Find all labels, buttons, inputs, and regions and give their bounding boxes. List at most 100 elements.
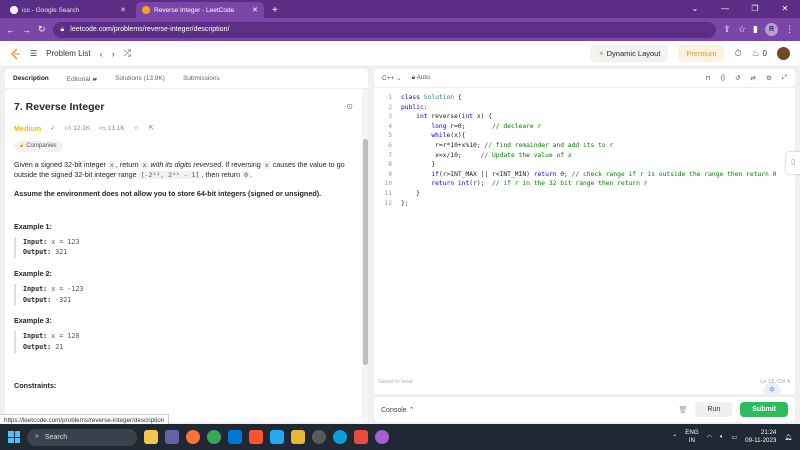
profile-avatar[interactable]: R — [765, 23, 778, 36]
leetcode-logo-icon[interactable] — [10, 47, 21, 60]
next-problem-icon[interactable]: › — [112, 49, 115, 59]
back-icon[interactable]: ← — [6, 25, 15, 35]
reload-icon[interactable]: ↻ — [38, 24, 46, 35]
app-icon[interactable] — [354, 430, 368, 444]
share-icon[interactable]: ⇱ — [148, 124, 153, 134]
settings-gear-icon[interactable]: ⚙ — [766, 74, 772, 82]
code-editor[interactable]: 1 class Solution {2 public: 3 int reverse(i… — [374, 88, 795, 394]
dislike-button[interactable]: 👎︎ 13.1K — [99, 124, 124, 134]
trash-icon[interactable]: 🗑︎ — [679, 406, 688, 414]
line-number: 12 — [384, 199, 392, 207]
file-explorer-icon[interactable] — [144, 430, 158, 444]
language-select[interactable]: C++ ⌄ — [382, 74, 402, 82]
dynamic-layout-button[interactable]: ✦ Dynamic Layout — [590, 45, 669, 62]
wifi-icon[interactable]: ◠ — [707, 434, 712, 441]
premium-button[interactable]: Premium — [678, 45, 725, 62]
line-number: 11 — [384, 190, 392, 197]
volume-icon[interactable]: 🔈︎ — [720, 434, 724, 441]
shuffle-icon[interactable]: ⤮ — [124, 48, 131, 59]
windows-start-icon[interactable] — [8, 431, 20, 443]
example-1: Example 1: Input: x = 123 Output: 321 — [14, 221, 359, 259]
scrollbar-thumb[interactable] — [362, 139, 368, 365]
streak-count: 0 — [762, 49, 767, 58]
sidepanel-icon[interactable]: ▮ — [753, 24, 758, 35]
desc-text: . — [250, 170, 253, 180]
like-button[interactable]: 👍︎ 12.1K — [65, 124, 91, 134]
url-bar[interactable]: 🔒︎ leetcode.com/problems/reverse-integer… — [52, 21, 717, 38]
fullscreen-icon[interactable]: ⤢ — [782, 74, 787, 82]
tab-solutions[interactable]: Solutions (13.9K) — [115, 75, 165, 82]
close-icon[interactable]: ✕ — [120, 6, 126, 14]
description-scrollbar[interactable] — [362, 89, 368, 422]
timer-icon[interactable]: ⏱ — [734, 48, 741, 59]
companies-tag[interactable]: 🔒︎ Companies — [14, 140, 63, 152]
menu-dots-icon[interactable]: ⋮ — [785, 24, 794, 35]
bookmark-icon[interactable]: ⊓ — [706, 74, 711, 82]
reset-icon[interactable]: ↺ — [735, 74, 740, 82]
desc-italic: with its digits reversed — [148, 159, 222, 169]
line-number: 3 — [388, 113, 392, 121]
prev-problem-icon[interactable]: ‹ — [100, 49, 103, 59]
tab-submissions[interactable]: Submissions — [183, 75, 220, 82]
streak-flame-icon[interactable]: ♨ — [751, 48, 759, 59]
console-toggle[interactable]: Console ⌃ — [381, 406, 415, 414]
language-indicator[interactable]: ENG IN — [685, 429, 698, 445]
autocomplete-mode[interactable]: 🔒︎ Auto — [412, 74, 430, 82]
edge-icon[interactable] — [333, 430, 347, 444]
input-label: Input: — [23, 284, 48, 293]
example-heading: Example 1: — [14, 221, 52, 231]
side-notes-icon[interactable]: ▯ — [786, 152, 800, 174]
star-icon[interactable]: ☆ — [134, 124, 140, 134]
chevron-down-icon[interactable]: ⌄ — [680, 0, 710, 18]
video-icon: ▰ — [92, 75, 98, 83]
share-icon[interactable]: ⇪ — [723, 24, 731, 35]
run-button[interactable]: Run — [695, 402, 733, 417]
firefox-icon[interactable] — [186, 430, 200, 444]
folder-icon[interactable] — [291, 430, 305, 444]
notification-bell-icon[interactable]: 🔔︎ — [784, 434, 792, 441]
code-line: while(x){ — [431, 132, 466, 140]
search-label: Search — [44, 433, 68, 441]
taskbar-search[interactable]: ⌕ Search — [27, 428, 137, 446]
tab-editorial[interactable]: Editorial ▰ — [67, 75, 97, 83]
inline-code: x — [140, 160, 149, 169]
system-tray: ⌃ ENG IN ◠ 🔈︎ ▭ 21:24 09-11-2023 🔔︎ — [672, 429, 792, 445]
close-icon[interactable]: ✕ — [252, 6, 258, 14]
bookmark-star-icon[interactable]: ☆ — [738, 24, 746, 35]
forward-icon[interactable]: → — [22, 25, 31, 35]
google-icon — [10, 6, 18, 14]
code-line: } — [401, 190, 420, 197]
desc-text: . If reversing — [221, 159, 263, 169]
chevron-up-icon[interactable]: ⌃ — [672, 434, 677, 441]
problem-list-link[interactable]: Problem List — [46, 49, 90, 58]
panel-tabs: Description Editorial ▰ Solutions (13.9K… — [5, 69, 368, 89]
split-icon[interactable]: ⇄ — [751, 74, 756, 82]
maximize-icon[interactable]: ❐ — [740, 0, 770, 18]
teams-icon[interactable] — [165, 430, 179, 444]
vscode-icon[interactable] — [270, 430, 284, 444]
submit-button[interactable]: Submit — [740, 402, 788, 417]
dislikes-count: 13.1K — [107, 125, 125, 133]
clock[interactable]: 21:24 09-11-2023 — [745, 429, 776, 445]
tab-description[interactable]: Description — [13, 75, 49, 82]
store-icon[interactable] — [228, 430, 242, 444]
user-avatar[interactable] — [777, 47, 790, 60]
brave-icon[interactable] — [249, 430, 263, 444]
browser-tab-leetcode[interactable]: Reverse Integer - LeetCode ✕ — [136, 2, 264, 18]
chrome-profile-icon[interactable] — [375, 430, 389, 444]
thumbs-up-icon: 👍︎ — [64, 125, 72, 133]
minimize-icon[interactable]: — — [710, 0, 740, 18]
problem-meta: Medium ✓ 👍︎ 12.1K 👎︎ 13.1K ☆ ⇱ — [14, 124, 359, 135]
note-icon[interactable]: ⊙ — [346, 101, 353, 113]
chrome-icon[interactable] — [207, 430, 221, 444]
window-close-icon[interactable]: ✕ — [770, 0, 800, 18]
battery-icon[interactable]: ▭ — [732, 434, 738, 441]
new-tab-icon[interactable]: + — [272, 5, 278, 16]
braces-icon[interactable]: {} — [721, 74, 725, 82]
solved-check-icon: ✓ — [50, 125, 56, 133]
browser-tab-google[interactable]: icc - Google Search ✕ — [4, 2, 132, 18]
output-label: Output: — [23, 342, 52, 351]
search-icon: ⌕ — [35, 433, 39, 440]
media-player-icon[interactable] — [312, 430, 326, 444]
saved-status: Saved to local — [378, 379, 413, 385]
